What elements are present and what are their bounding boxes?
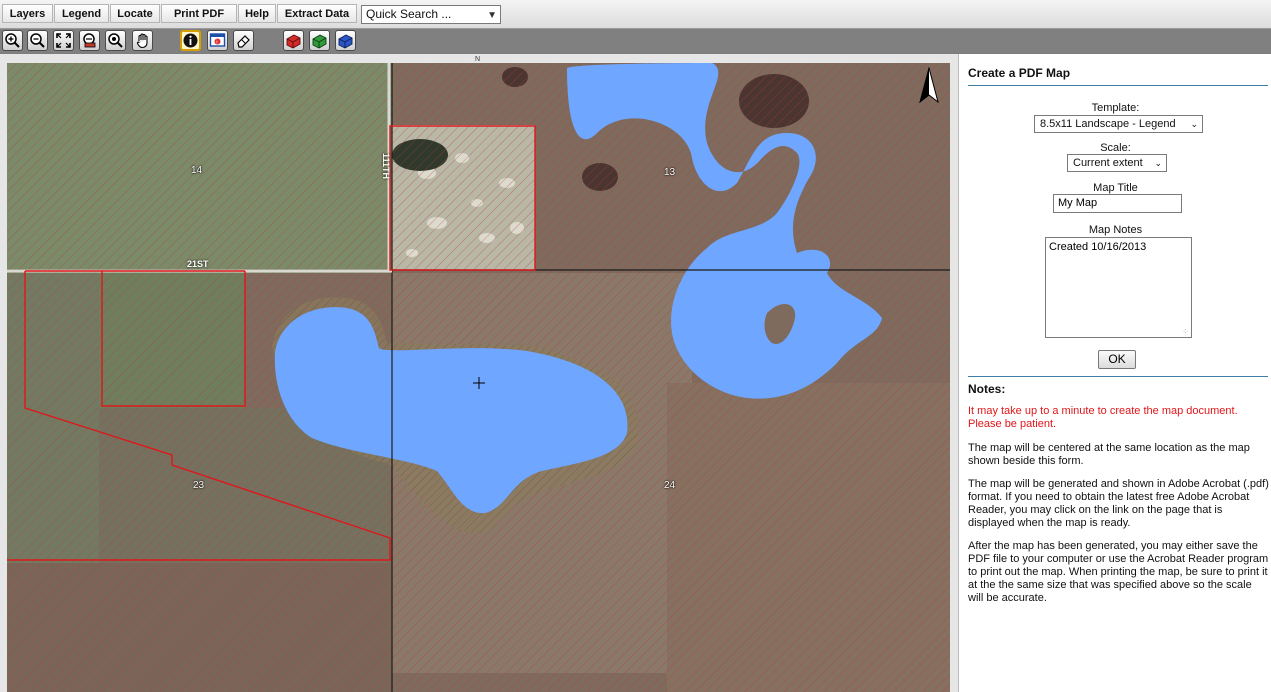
zoom-box-tool[interactable] [105,30,126,51]
zoom-previous-icon [83,33,96,48]
layer-red-tool[interactable] [283,30,304,51]
pan-tool[interactable] [132,30,153,51]
note-acrobat: The map will be generated and shown in A… [968,478,1269,529]
scale-select[interactable]: Current extent ⌄ [1067,154,1167,172]
compass-n-marker: N [475,56,481,63]
full-extent-icon [56,33,71,48]
full-extent-tool[interactable] [53,30,74,51]
ok-button[interactable]: OK [1098,350,1136,369]
menu-help[interactable]: Help [238,4,276,23]
map-notes-label: Map Notes [1088,224,1143,236]
title-divider [968,85,1268,86]
pan-hand-icon [136,33,148,49]
zoom-out-tool[interactable] [27,30,48,51]
create-pdf-panel: Create a PDF Map Template: 8.5x11 Landsc… [958,54,1271,692]
map-toolbar: i [0,29,1271,53]
note-wait-warning: It may take up to a minute to create the… [968,405,1238,430]
zoom-previous-tool[interactable] [79,30,100,51]
aerial-map-image [7,63,950,692]
menu-extract-data[interactable]: Extract Data [277,4,357,23]
note-centered: The map will be centered at the same loc… [968,442,1250,467]
menu-print-pdf[interactable]: Print PDF [161,4,237,23]
scale-label: Scale: [1100,142,1131,154]
eraser-icon [237,35,250,48]
chevron-down-icon: ▼ [487,10,497,21]
template-label: Template: [1091,102,1140,114]
zoom-box-icon [108,33,123,48]
panel-title: Create a PDF Map [968,66,1071,80]
identify-icon [183,33,198,48]
resize-grip-icon[interactable]: ⁘ [1182,327,1189,336]
zoom-in-icon [5,33,20,48]
map-notes-textarea[interactable]: Created 10/16/2013 ⁘ [1045,237,1192,338]
menu-locate[interactable]: Locate [110,4,160,23]
template-select[interactable]: 8.5x11 Landscape - Legend ⌄ [1034,115,1203,133]
template-value: 8.5x11 Landscape - Legend [1040,118,1176,130]
map-title-label: Map Title [1093,182,1138,194]
menu-bar: Layers Legend Locate Print PDF Help Extr… [0,0,1271,29]
notes-heading: Notes: [968,382,1006,396]
identify-tool[interactable] [180,30,201,51]
eraser-tool[interactable] [233,30,254,51]
map-notes-value: Created 10/16/2013 [1049,241,1147,253]
layer-blue-tool[interactable] [335,30,356,51]
note-printing: After the map has been generated, you ma… [968,540,1269,604]
map-title-input[interactable]: My Map [1053,194,1182,213]
layer-red-icon [286,34,301,49]
select-info-icon: i [209,33,226,47]
chevron-down-icon: ⌄ [1154,158,1162,168]
notes-divider [968,376,1268,377]
map-canvas[interactable]: 14 13 23 24 21ST 111TH [7,63,950,692]
scale-value: Current extent [1073,157,1143,169]
zoom-in-tool[interactable] [2,30,23,51]
menu-legend[interactable]: Legend [54,4,109,23]
layer-blue-icon [338,34,353,49]
chevron-down-icon: ⌄ [1190,119,1198,129]
zoom-out-icon [30,33,45,48]
layer-green-tool[interactable] [309,30,330,51]
quick-search-dropdown[interactable]: Quick Search ... ▼ [361,5,501,24]
layer-green-icon [312,34,327,49]
map-frame: 14 13 23 24 21ST 111TH N [0,54,958,692]
quick-search-text: Quick Search ... [366,7,452,21]
menu-layers[interactable]: Layers [2,4,53,23]
select-info-tool[interactable]: i [207,30,228,51]
svg-text:i: i [216,39,217,45]
